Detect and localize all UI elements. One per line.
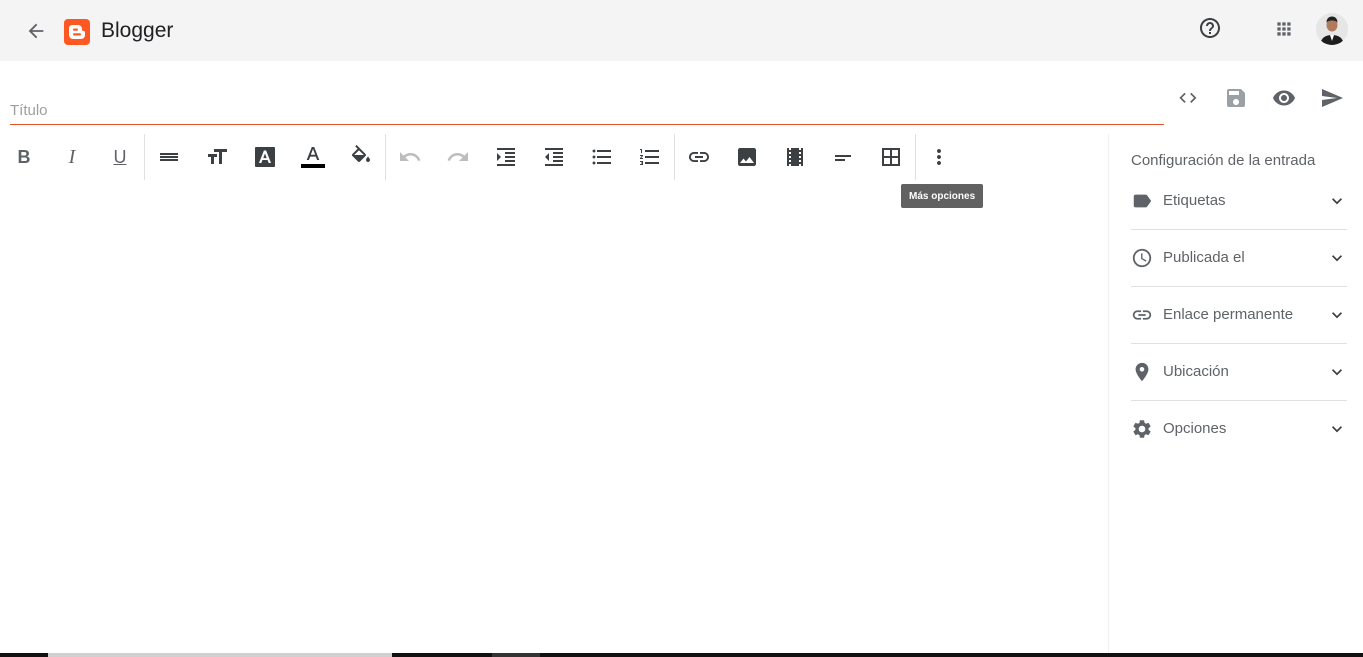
help-button[interactable] — [1196, 14, 1224, 42]
align-button[interactable] — [155, 143, 183, 171]
settings-item-options[interactable]: Opciones — [1131, 400, 1347, 457]
settings-item-permalink[interactable]: Enlace permanente — [1131, 286, 1347, 343]
send-icon — [1322, 89, 1343, 107]
jump-break-icon — [835, 155, 851, 161]
text-size-icon — [208, 149, 227, 164]
insert-table-button[interactable] — [877, 143, 905, 171]
post-body-editor[interactable] — [0, 200, 1100, 650]
back-button[interactable] — [22, 17, 50, 45]
outdent-button[interactable] — [540, 143, 568, 171]
format-box-icon — [255, 147, 275, 167]
highlight-color-button[interactable] — [347, 143, 375, 171]
editor-toolbar: B I U — [0, 134, 960, 180]
text-style-button[interactable] — [251, 143, 279, 171]
italic-icon: I — [68, 145, 76, 168]
chevron-down-icon — [1327, 248, 1347, 268]
toolbar-divider — [385, 134, 386, 180]
numbered-list-button[interactable] — [636, 143, 664, 171]
font-size-button[interactable] — [203, 143, 231, 171]
italic-button[interactable]: I — [58, 143, 86, 171]
html-view-button[interactable] — [1174, 84, 1202, 112]
text-color-button[interactable] — [299, 143, 327, 171]
undo-button[interactable] — [396, 143, 424, 171]
preview-button[interactable] — [1270, 84, 1298, 112]
chevron-down-icon — [1327, 362, 1347, 382]
bulleted-list-icon — [592, 149, 611, 165]
align-justify-icon — [160, 153, 178, 161]
more-vert-icon — [937, 149, 941, 165]
settings-item-label: Ubicación — [1163, 363, 1229, 380]
label-icon — [1131, 190, 1153, 212]
post-title-input[interactable] — [10, 96, 1164, 125]
chevron-down-icon — [1327, 191, 1347, 211]
eye-icon — [1273, 90, 1295, 106]
settings-item-labels[interactable]: Etiquetas — [1131, 172, 1347, 229]
location-pin-icon — [1131, 361, 1153, 383]
insert-video-button[interactable] — [781, 143, 809, 171]
gear-icon — [1131, 418, 1153, 440]
clock-icon — [1131, 247, 1153, 269]
image-icon — [738, 148, 756, 166]
bold-button[interactable]: B — [10, 143, 38, 171]
toolbar-divider — [915, 134, 916, 180]
save-icon — [1227, 89, 1245, 107]
post-settings-panel: Configuración de la entrada Etiquetas Pu… — [1108, 134, 1363, 657]
help-icon — [1200, 18, 1220, 38]
paint-bucket-icon — [351, 145, 370, 162]
toolbar-divider — [674, 134, 675, 180]
settings-item-label: Publicada el — [1163, 249, 1245, 266]
settings-item-location[interactable]: Ubicación — [1131, 343, 1347, 400]
apps-grid-icon — [1277, 22, 1291, 36]
user-avatar-icon — [1316, 13, 1348, 45]
save-button[interactable] — [1222, 84, 1250, 112]
code-icon — [1179, 92, 1197, 103]
account-avatar[interactable] — [1316, 13, 1348, 45]
numbered-list-icon — [640, 149, 659, 165]
bottom-edge-segment — [492, 653, 540, 657]
publish-button[interactable] — [1318, 84, 1346, 112]
indent-button[interactable] — [492, 143, 520, 171]
table-icon — [882, 148, 900, 166]
bottom-edge-segment — [48, 653, 392, 657]
insert-jump-break-button[interactable] — [829, 143, 857, 171]
arrow-back-icon — [28, 23, 44, 39]
settings-item-label: Opciones — [1163, 420, 1227, 437]
text-color-icon — [301, 147, 325, 168]
settings-item-label: Etiquetas — [1163, 192, 1226, 209]
chevron-down-icon — [1327, 305, 1347, 325]
insert-link-button[interactable] — [685, 143, 713, 171]
bulleted-list-button[interactable] — [588, 143, 616, 171]
indent-decrease-icon — [545, 148, 563, 166]
link-icon — [1131, 304, 1153, 326]
more-options-button[interactable] — [925, 143, 953, 171]
link-icon — [689, 152, 709, 162]
app-bar: Blogger — [0, 0, 1363, 61]
chevron-down-icon — [1327, 419, 1347, 439]
redo-button[interactable] — [444, 143, 472, 171]
insert-image-button[interactable] — [733, 143, 761, 171]
undo-icon — [400, 152, 421, 161]
indent-increase-icon — [497, 148, 515, 166]
underline-icon: U — [113, 146, 127, 167]
settings-item-published-date[interactable]: Publicada el — [1131, 229, 1347, 286]
blogger-logo — [64, 19, 90, 45]
toolbar-divider — [144, 134, 145, 180]
blogger-logo-icon — [64, 19, 90, 45]
redo-icon — [447, 152, 468, 161]
settings-item-label: Enlace permanente — [1163, 306, 1294, 323]
post-settings-title: Configuración de la entrada — [1131, 152, 1316, 169]
underline-button[interactable]: U — [106, 143, 134, 171]
film-icon — [787, 148, 803, 166]
apps-button[interactable] — [1270, 15, 1298, 43]
bold-icon: B — [17, 146, 31, 167]
app-name: Blogger — [101, 19, 174, 42]
